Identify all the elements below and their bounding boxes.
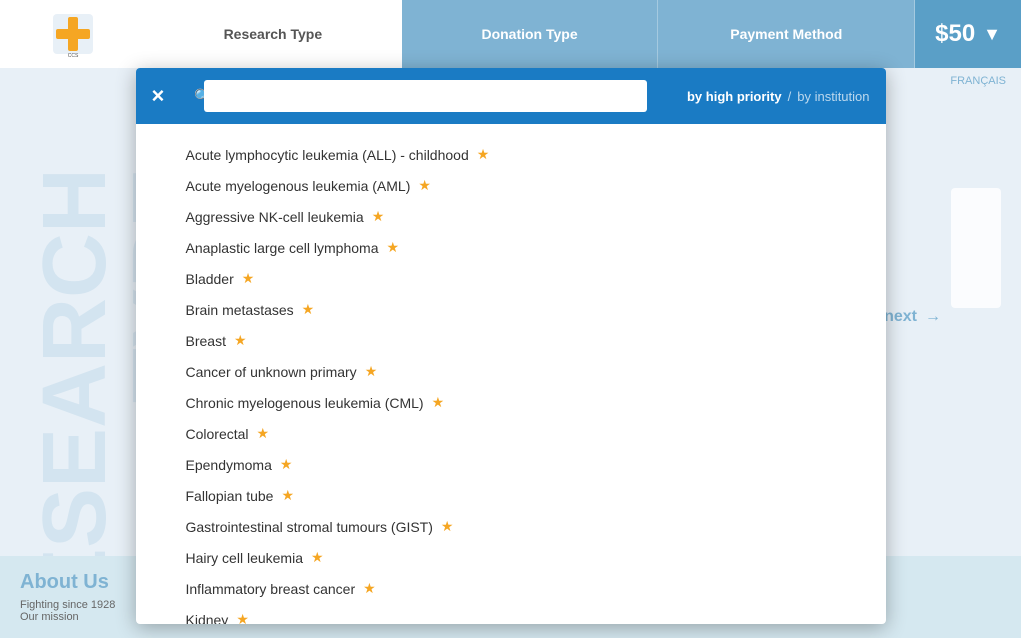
logo-icon: CCS bbox=[48, 9, 98, 59]
list-item[interactable]: Breast ★ bbox=[136, 325, 886, 356]
svg-text:CCS: CCS bbox=[67, 53, 78, 59]
list-item[interactable]: Fallopian tube ★ bbox=[136, 480, 886, 511]
next-button[interactable]: next → bbox=[884, 308, 941, 326]
cancer-name: Kidney bbox=[186, 612, 229, 625]
cancer-name: Ependymoma bbox=[186, 457, 272, 473]
step-payment-label: Payment Method bbox=[730, 26, 842, 42]
our-mission: Our mission bbox=[20, 611, 115, 623]
cancer-name: Anaplastic large cell lymphoma bbox=[186, 240, 379, 256]
star-icon: ★ bbox=[302, 301, 315, 318]
cancer-name: Fallopian tube bbox=[186, 488, 274, 504]
search-input[interactable] bbox=[204, 80, 647, 112]
star-icon: ★ bbox=[363, 580, 376, 597]
sort-high-priority[interactable]: by high priority bbox=[687, 89, 782, 104]
step-research-label: Research Type bbox=[224, 26, 323, 42]
amount-dropdown-icon[interactable]: ▼ bbox=[983, 24, 1001, 45]
list-item[interactable]: Colorectal ★ bbox=[136, 418, 886, 449]
list-item[interactable]: Inflammatory breast cancer ★ bbox=[136, 573, 886, 604]
list-item[interactable]: Hairy cell leukemia ★ bbox=[136, 542, 886, 573]
list-item[interactable]: Chronic myelogenous leukemia (CML) ★ bbox=[136, 387, 886, 418]
star-icon: ★ bbox=[234, 332, 247, 349]
cancer-name: Inflammatory breast cancer bbox=[186, 581, 356, 597]
star-icon: ★ bbox=[236, 611, 249, 624]
cancer-name: Chronic myelogenous leukemia (CML) bbox=[186, 395, 424, 411]
list-item[interactable]: Cancer of unknown primary ★ bbox=[136, 356, 886, 387]
cancer-name: Gastrointestinal stromal tumours (GIST) bbox=[186, 519, 433, 535]
francais-link[interactable]: FRANÇAIS bbox=[950, 75, 1006, 87]
cancer-modal: × 🔍 by high priority / by institution Ac… bbox=[136, 68, 886, 624]
star-icon: ★ bbox=[372, 208, 385, 225]
cancer-name: Acute lymphocytic leukemia (ALL) - child… bbox=[186, 147, 469, 163]
step-research-type[interactable]: Research Type bbox=[145, 0, 402, 68]
cancer-name: Aggressive NK-cell leukemia bbox=[186, 209, 364, 225]
list-item[interactable]: Acute lymphocytic leukemia (ALL) - child… bbox=[136, 139, 886, 170]
amount-display: $50 bbox=[935, 20, 975, 48]
logo-area: CCS bbox=[0, 0, 145, 68]
cancer-name: Breast bbox=[186, 333, 226, 349]
cancer-name: Colorectal bbox=[186, 426, 249, 442]
next-arrow-icon: → bbox=[925, 308, 941, 326]
amount-area[interactable]: $50 ▼ bbox=[915, 0, 1021, 68]
star-icon: ★ bbox=[477, 146, 490, 163]
list-item[interactable]: Anaplastic large cell lymphoma ★ bbox=[136, 232, 886, 263]
sort-options: by high priority / by institution bbox=[687, 89, 870, 104]
step-payment-method[interactable]: Payment Method bbox=[658, 0, 915, 68]
star-icon: ★ bbox=[257, 425, 270, 442]
star-icon: ★ bbox=[280, 456, 293, 473]
nav-steps: Research Type Donation Type Payment Meth… bbox=[145, 0, 915, 68]
step-donation-type[interactable]: Donation Type bbox=[402, 0, 659, 68]
star-icon: ★ bbox=[441, 518, 454, 535]
step-donation-label: Donation Type bbox=[481, 26, 577, 42]
cancer-list: Acute lymphocytic leukemia (ALL) - child… bbox=[136, 134, 886, 624]
star-icon: ★ bbox=[432, 394, 445, 411]
list-item[interactable]: Kidney ★ bbox=[136, 604, 886, 624]
right-card bbox=[951, 188, 1001, 308]
fighting-since: Fighting since 1928 bbox=[20, 599, 115, 611]
star-icon: ★ bbox=[311, 549, 324, 566]
next-label: next bbox=[884, 308, 917, 326]
cancer-name: Brain metastases bbox=[186, 302, 294, 318]
close-button[interactable]: × bbox=[152, 85, 165, 107]
cancer-name: Hairy cell leukemia bbox=[186, 550, 303, 566]
cancer-name: Bladder bbox=[186, 271, 234, 287]
list-item[interactable]: Ependymoma ★ bbox=[136, 449, 886, 480]
about-col-1: Fighting since 1928 Our mission bbox=[20, 599, 115, 623]
star-icon: ★ bbox=[365, 363, 378, 380]
star-icon: ★ bbox=[386, 239, 399, 256]
list-item[interactable]: Bladder ★ bbox=[136, 263, 886, 294]
modal-header: × 🔍 by high priority / by institution bbox=[136, 68, 886, 124]
sort-by-institution[interactable]: by institution bbox=[797, 89, 869, 104]
header: CCS Research Type Donation Type Payment … bbox=[0, 0, 1021, 68]
list-item[interactable]: Aggressive NK-cell leukemia ★ bbox=[136, 201, 886, 232]
star-icon: ★ bbox=[242, 270, 255, 287]
cancer-name: Acute myelogenous leukemia (AML) bbox=[186, 178, 411, 194]
search-wrapper: 🔍 bbox=[184, 80, 667, 112]
star-icon: ★ bbox=[281, 487, 294, 504]
modal-body: Acute lymphocytic leukemia (ALL) - child… bbox=[136, 124, 886, 624]
star-icon: ★ bbox=[418, 177, 431, 194]
list-item[interactable]: Acute myelogenous leukemia (AML) ★ bbox=[136, 170, 886, 201]
list-item[interactable]: Brain metastases ★ bbox=[136, 294, 886, 325]
cancer-name: Cancer of unknown primary bbox=[186, 364, 357, 380]
sort-divider: / bbox=[788, 89, 792, 104]
list-item[interactable]: Gastrointestinal stromal tumours (GIST) ★ bbox=[136, 511, 886, 542]
